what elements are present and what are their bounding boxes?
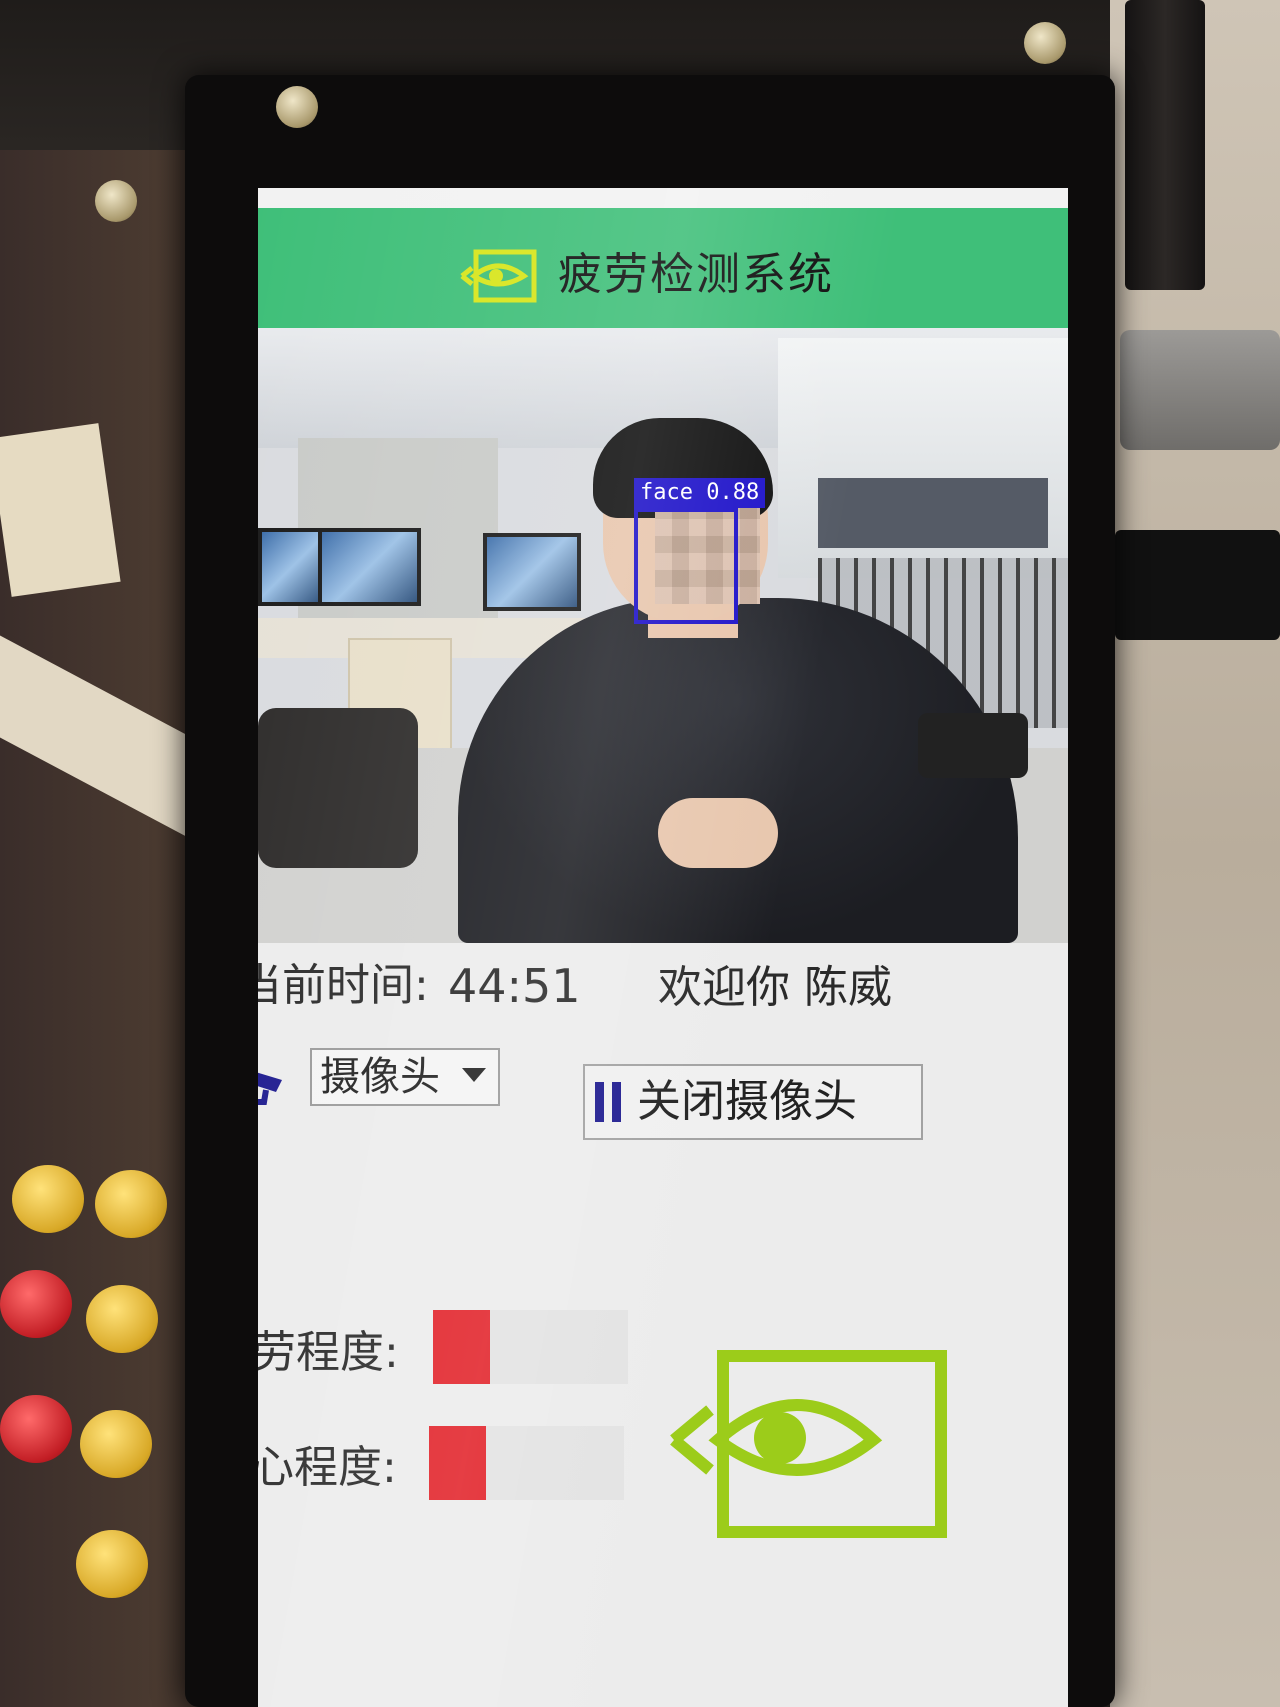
close-camera-label: 关闭摄像头: [637, 1076, 857, 1127]
screw: [1024, 22, 1066, 64]
eye-logo-icon: [460, 249, 537, 303]
welcome-text: 欢迎你 陈威: [658, 962, 892, 1013]
screw: [276, 86, 318, 128]
capacitor: [76, 1530, 148, 1598]
distraction-level-fill: [429, 1426, 486, 1500]
caret-down-icon[interactable]: [462, 1068, 486, 1082]
current-time-value: 44:51: [448, 959, 581, 1013]
feed-chair: [258, 708, 418, 868]
face-detection-label: face 0.88: [634, 478, 766, 508]
feed-person-hand: [658, 798, 778, 868]
title-bar: 疲劳检测系统: [258, 208, 1068, 328]
distraction-level-bar: [429, 1426, 624, 1500]
security-camera-icon: [258, 1072, 282, 1105]
face-detection-box: [634, 508, 738, 624]
connector-block: [1115, 530, 1280, 640]
capacitor: [95, 1170, 167, 1238]
camera-feed: face 0.88: [258, 328, 1068, 943]
cable-connector: [1120, 330, 1280, 450]
pause-icon: [595, 1082, 623, 1122]
capacitor: [86, 1285, 158, 1353]
feed-monitor: [318, 528, 421, 606]
feed-window-night: [818, 478, 1048, 548]
close-camera-button[interactable]: 关闭摄像头: [583, 1064, 923, 1140]
camera-select-value: 摄像头: [320, 1054, 440, 1100]
feed-phone: [918, 713, 1028, 778]
capacitor: [80, 1410, 152, 1478]
current-time-label: 当前时间:: [258, 960, 429, 1011]
capacitor: [0, 1270, 72, 1338]
camera-select[interactable]: 摄像头: [310, 1048, 500, 1106]
eye-logo-icon: [670, 1350, 947, 1538]
distraction-level-label: 分心程度:: [258, 1442, 397, 1493]
capacitor: [12, 1165, 84, 1233]
feed-monitor: [483, 533, 581, 611]
app-title: 疲劳检测系统: [558, 249, 834, 300]
screen: 疲劳检测系统 face 0.88 当前时间: 44:51 欢迎你 陈威 摄像头: [258, 188, 1068, 1707]
fatigue-level-label: 疲劳程度:: [258, 1327, 399, 1378]
screw: [95, 180, 137, 222]
capacitor: [0, 1395, 72, 1463]
fatigue-level-fill: [433, 1310, 490, 1384]
fatigue-level-bar: [433, 1310, 628, 1384]
screen-top-strip: [258, 188, 1068, 208]
antenna: [1125, 0, 1205, 290]
feed-monitor: [258, 528, 326, 606]
